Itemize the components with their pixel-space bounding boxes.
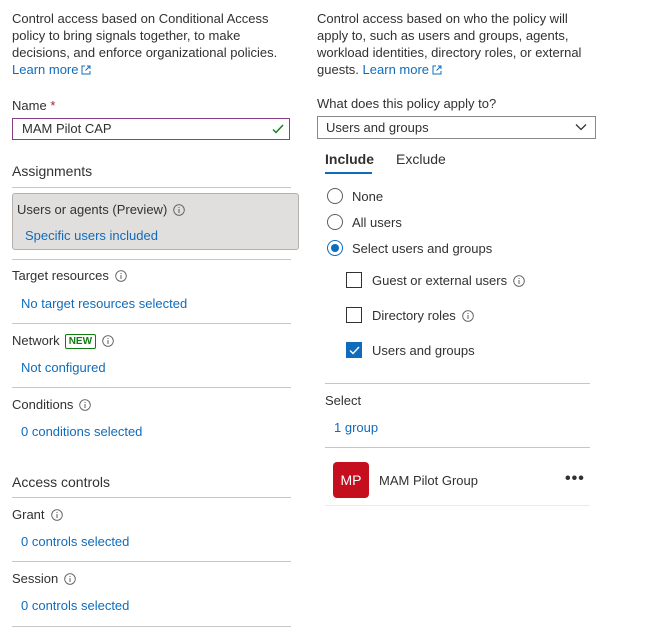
- group-avatar: MP: [333, 462, 369, 498]
- divider: [12, 187, 291, 188]
- name-label: Name *: [12, 98, 56, 113]
- access-controls-header: Access controls: [12, 474, 111, 490]
- tab-include[interactable]: Include: [325, 151, 374, 167]
- session-value-link[interactable]: 0 controls selected: [21, 598, 129, 613]
- apply-description: Control access based on who the policy w…: [317, 11, 582, 77]
- users-or-agents-item[interactable]: Users or agents (Preview) Specific users…: [12, 193, 299, 250]
- divider: [325, 383, 590, 384]
- checkbox-users-and-groups[interactable]: [346, 342, 362, 358]
- radio-none-label: None: [352, 189, 384, 204]
- checkbox-guest-users[interactable]: [346, 272, 362, 288]
- network-value-link[interactable]: Not configured: [21, 360, 106, 375]
- divider: [12, 323, 291, 324]
- radio-none[interactable]: [327, 188, 343, 204]
- radio-select-users-label: Select users and groups: [352, 241, 493, 256]
- users-value-link[interactable]: Specific users included: [25, 228, 158, 243]
- info-icon: [513, 275, 525, 287]
- more-options-button[interactable]: •••: [565, 470, 585, 488]
- info-icon: [102, 335, 114, 347]
- divider: [12, 626, 291, 627]
- radio-select-users[interactable]: [327, 240, 343, 256]
- radio-all-users-label: All users: [352, 215, 402, 230]
- session-label: Session: [12, 571, 77, 586]
- grant-value-link[interactable]: 0 controls selected: [21, 534, 129, 549]
- checkmark-icon: [349, 346, 360, 355]
- grant-label: Grant: [12, 507, 63, 522]
- tab-exclude[interactable]: Exclude: [396, 151, 446, 167]
- conditions-value-link[interactable]: 0 conditions selected: [21, 424, 142, 439]
- select-label: Select: [325, 393, 362, 408]
- group-name: MAM Pilot Group: [379, 473, 478, 488]
- info-icon: [173, 204, 186, 216]
- external-link-icon: [432, 65, 442, 75]
- checkbox-directory-roles-label: Directory roles: [372, 308, 474, 323]
- assignments-header: Assignments: [12, 163, 93, 179]
- divider: [12, 387, 291, 388]
- learn-more-link[interactable]: Learn more: [12, 62, 78, 77]
- users-label: Users or agents (Preview): [17, 202, 186, 217]
- checkbox-directory-roles[interactable]: [346, 307, 362, 323]
- info-icon: [79, 399, 92, 411]
- learn-more-link[interactable]: Learn more: [363, 62, 429, 77]
- policy-description: Control access based on Conditional Acce…: [12, 11, 278, 77]
- active-tab-indicator: [325, 172, 372, 174]
- target-resources-value-link[interactable]: No target resources selected: [21, 296, 187, 311]
- divider: [12, 561, 291, 562]
- divider: [325, 505, 590, 506]
- checkbox-users-and-groups-label: Users and groups: [372, 343, 475, 358]
- info-icon: [50, 509, 63, 521]
- divider: [325, 447, 590, 448]
- radio-all-users[interactable]: [327, 214, 343, 230]
- name-input[interactable]: MAM Pilot CAP: [12, 118, 290, 140]
- apply-to-dropdown[interactable]: Users and groups: [317, 116, 596, 139]
- chevron-down-icon: [575, 124, 587, 131]
- conditions-label: Conditions: [12, 397, 92, 412]
- apply-label: What does this policy apply to?: [317, 96, 497, 111]
- valid-check-icon: [272, 124, 284, 134]
- target-resources-label: Target resources: [12, 268, 127, 283]
- checkbox-guest-users-label: Guest or external users: [372, 273, 525, 288]
- divider: [12, 497, 291, 498]
- info-icon: [115, 270, 127, 282]
- new-badge: NEW: [64, 334, 97, 349]
- required-marker: *: [50, 98, 56, 113]
- info-icon: [64, 573, 77, 585]
- info-icon: [462, 310, 474, 322]
- external-link-icon: [81, 65, 91, 75]
- select-value-link[interactable]: 1 group: [334, 420, 378, 435]
- divider: [12, 259, 291, 260]
- network-label: Network NEW: [12, 333, 114, 349]
